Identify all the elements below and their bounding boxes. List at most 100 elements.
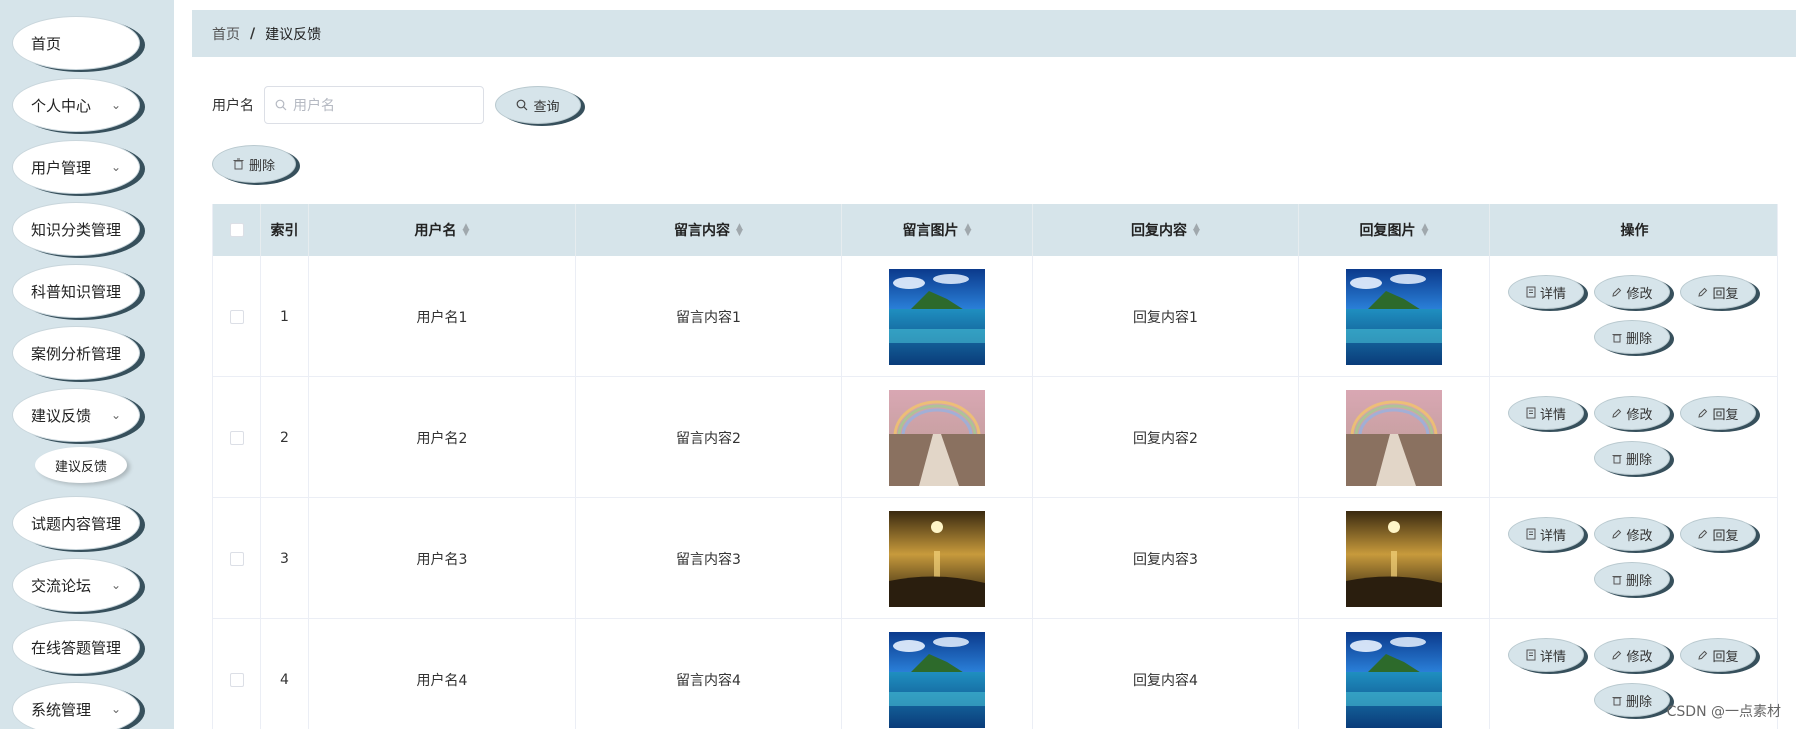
select-all-checkbox[interactable]	[229, 223, 244, 237]
sidebar-item-label: 系统管理	[31, 700, 92, 719]
sidebar-item-label: 科普知识管理	[31, 282, 122, 301]
header-reply-image-label: 回复图片	[1359, 223, 1416, 239]
detail-button[interactable]: 详情	[1508, 396, 1584, 430]
reply-button-label: 回复	[1712, 407, 1739, 423]
row-checkbox[interactable]	[229, 672, 244, 687]
sort-icon[interactable]: ▲ ▼	[463, 223, 470, 238]
cell-reply-image[interactable]	[1299, 377, 1490, 498]
reply-icon	[1698, 408, 1708, 418]
search-input[interactable]: 用户名	[264, 86, 484, 124]
delete-button[interactable]: 删除	[1594, 683, 1670, 717]
search-button[interactable]: 查询	[495, 86, 581, 124]
reply-button[interactable]: 回复	[1680, 275, 1756, 309]
cell-username: 用户名4	[309, 619, 576, 729]
breadcrumb-separator: /	[250, 25, 256, 42]
detail-button[interactable]: 详情	[1508, 517, 1584, 551]
sidebar-subitem-feedback[interactable]: 建议反馈	[35, 447, 127, 483]
cell-message-text: 留言内容2	[676, 430, 741, 447]
edit-button[interactable]: 修改	[1594, 517, 1670, 551]
detail-button[interactable]: 详情	[1508, 638, 1584, 672]
search-placeholder: 用户名	[293, 98, 335, 114]
cell-message-image[interactable]	[842, 498, 1033, 619]
cell-reply: 回复内容2	[1033, 377, 1299, 498]
delete-button[interactable]: 删除	[1594, 320, 1670, 354]
delete-button-label: 删除	[1625, 331, 1652, 347]
cell-index-text: 2	[280, 429, 289, 446]
cell-message-image[interactable]	[842, 256, 1033, 377]
detail-button[interactable]: 详情	[1508, 275, 1584, 309]
sidebar-item-profile[interactable]: 个人中心 ⌄	[12, 78, 140, 132]
trash-icon	[1612, 575, 1622, 584]
sort-icon[interactable]: ▲ ▼	[1193, 223, 1200, 238]
select-all-cell	[213, 204, 261, 256]
sort-icon[interactable]: ▲ ▼	[965, 223, 972, 238]
sidebar-subitem-label: 建议反馈	[54, 459, 107, 475]
cell-username-text: 用户名4	[416, 672, 468, 689]
cell-message-image[interactable]	[842, 377, 1033, 498]
sidebar: 首页 个人中心 ⌄ 用户管理 ⌄ 知识分类管理 科普知识管理 案例分析管理 建议…	[0, 0, 174, 729]
reply-button-label: 回复	[1712, 286, 1739, 302]
sidebar-item-exam-content[interactable]: 试题内容管理	[12, 496, 140, 550]
cell-reply-text: 回复内容3	[1133, 551, 1198, 568]
chevron-down-icon: ⌄	[110, 578, 121, 592]
sidebar-item-system[interactable]: 系统管理 ⌄	[12, 682, 140, 729]
header-message[interactable]: 留言内容 ▲ ▼	[576, 204, 842, 256]
sidebar-item-online-quiz[interactable]: 在线答题管理	[12, 620, 140, 674]
breadcrumb-home[interactable]: 首页	[212, 24, 240, 44]
header-message-image[interactable]: 留言图片 ▲ ▼	[842, 204, 1033, 256]
cell-message-text: 留言内容3	[676, 551, 741, 568]
sidebar-item-forum[interactable]: 交流论坛 ⌄	[12, 558, 140, 612]
row-checkbox[interactable]	[229, 430, 244, 445]
sidebar-item-feedback[interactable]: 建议反馈 ⌄	[12, 388, 140, 442]
header-username[interactable]: 用户名 ▲ ▼	[309, 204, 576, 256]
row-checkbox[interactable]	[229, 309, 244, 324]
rainbow-path-image	[1346, 389, 1442, 486]
sidebar-item-users[interactable]: 用户管理 ⌄	[12, 140, 140, 194]
cell-reply-image[interactable]	[1299, 619, 1490, 729]
delete-button[interactable]: 删除	[1594, 562, 1670, 596]
cell-reply-image[interactable]	[1299, 498, 1490, 619]
rainbow-path-image	[889, 389, 985, 486]
detail-button-label: 详情	[1539, 649, 1566, 665]
header-message-label: 留言内容	[674, 223, 731, 239]
row-select-cell	[213, 619, 261, 729]
edit-button[interactable]: 修改	[1594, 638, 1670, 672]
sunset-beach-image	[889, 510, 985, 607]
chevron-down-icon: ⌄	[110, 702, 121, 716]
sidebar-item-case-analysis[interactable]: 案例分析管理	[12, 326, 140, 380]
reply-button[interactable]: 回复	[1680, 517, 1756, 551]
cell-message: 留言内容4	[576, 619, 842, 729]
reply-button[interactable]: 回复	[1680, 638, 1756, 672]
reply-button[interactable]: 回复	[1680, 396, 1756, 430]
edit-button[interactable]: 修改	[1594, 396, 1670, 430]
cell-reply-image[interactable]	[1299, 256, 1490, 377]
header-reply-image[interactable]: 回复图片 ▲ ▼	[1299, 204, 1490, 256]
cell-index-text: 4	[280, 671, 289, 688]
row-select-cell	[213, 377, 261, 498]
reply-icon	[1698, 529, 1708, 539]
sidebar-item-label: 在线答题管理	[31, 638, 122, 657]
delete-button[interactable]: 删除	[1594, 441, 1670, 475]
sort-icon[interactable]: ▲ ▼	[1422, 223, 1429, 238]
header-reply[interactable]: 回复内容 ▲ ▼	[1033, 204, 1299, 256]
sort-icon[interactable]: ▲ ▼	[736, 223, 743, 238]
delete-button-label: 删除	[1625, 452, 1652, 468]
sidebar-item-home[interactable]: 首页	[12, 16, 140, 70]
feedback-table: 索引 用户名 ▲ ▼ 留言内容 ▲ ▼ 留言图片 ▲ ▼ 回复内容 ▲ ▼ 回复图片 ▲…	[212, 204, 1778, 729]
breadcrumb-current: 建议反馈	[265, 26, 322, 43]
edit-button[interactable]: 修改	[1594, 275, 1670, 309]
sidebar-item-label: 交流论坛	[31, 576, 92, 595]
cell-reply-text: 回复内容4	[1133, 672, 1198, 689]
cell-message-image[interactable]	[842, 619, 1033, 729]
header-username-label: 用户名	[414, 223, 457, 239]
sidebar-item-knowledge-category[interactable]: 知识分类管理	[12, 202, 140, 256]
bulk-delete-button[interactable]: 删除	[212, 145, 296, 183]
row-checkbox[interactable]	[229, 551, 244, 566]
table-row: 2 用户名2 留言内容2 回复内容2 详情 修改 回复 删除	[213, 377, 1777, 498]
edit-button-label: 修改	[1626, 407, 1653, 423]
sidebar-item-science-knowledge[interactable]: 科普知识管理	[12, 264, 140, 318]
search-icon	[275, 99, 287, 111]
cell-username-text: 用户名3	[416, 551, 468, 568]
island-lagoon-image	[889, 631, 985, 728]
table-row: 4 用户名4 留言内容4 回复内容4 详情 修改 回复 删除	[213, 619, 1777, 729]
